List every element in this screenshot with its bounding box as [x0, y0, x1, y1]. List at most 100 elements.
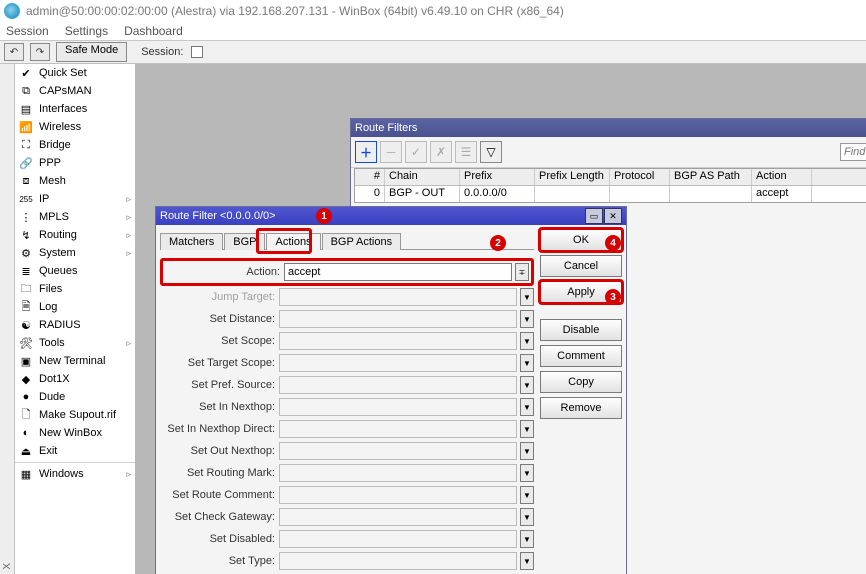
col-preflen[interactable]: Prefix Length [535, 169, 610, 185]
sidebar-item-routing[interactable]: ↯Routing▹ [15, 226, 135, 244]
col-proto[interactable]: Protocol [610, 169, 670, 185]
sidebar-item-label: Wireless [39, 121, 81, 133]
enable-button[interactable]: ✓ [405, 141, 427, 163]
bridge-icon: ⛶ [19, 138, 33, 152]
dropdown-icon[interactable]: ▼ [520, 288, 534, 306]
window-titlebar[interactable]: Route Filters ▭ ✕ [351, 119, 866, 137]
dropdown-icon[interactable]: ▼ [520, 376, 534, 394]
col-prefix[interactable]: Prefix [460, 169, 535, 185]
col-action[interactable]: Action [752, 169, 812, 185]
sidebar-item-tools[interactable]: 🛠Tools▹ [15, 334, 135, 352]
undo-button[interactable]: ↶ [4, 43, 24, 61]
sidebar-item-quickset[interactable]: ✔Quick Set [15, 64, 135, 82]
sidebar-item-label: Dot1X [39, 373, 70, 385]
dropdown-icon[interactable]: ▼ [520, 332, 534, 350]
dropdown-icon[interactable]: ▼ [520, 398, 534, 416]
minimize-button[interactable]: ▭ [585, 208, 603, 224]
label-dist: Set Distance: [160, 313, 275, 325]
set-out-nexthop-input[interactable] [279, 442, 517, 460]
sidebar-item-system[interactable]: ⚙System▹ [15, 244, 135, 262]
routing-icon: ↯ [19, 228, 33, 242]
comment-button[interactable]: Comment [540, 345, 622, 367]
tab-bgp[interactable]: BGP [224, 233, 265, 250]
set-distance-input[interactable] [279, 310, 517, 328]
sidebar-item-wireless[interactable]: 📶Wireless [15, 118, 135, 136]
comment-button[interactable]: ☰ [455, 141, 477, 163]
set-scope-input[interactable] [279, 332, 517, 350]
copy-button[interactable]: Copy [540, 371, 622, 393]
filter-button[interactable]: ▽ [480, 141, 502, 163]
safe-mode-button[interactable]: Safe Mode [56, 42, 127, 62]
session-box[interactable] [191, 46, 203, 58]
dialog-titlebar[interactable]: Route Filter <0.0.0.0/0> ▭ ✕ [156, 207, 626, 225]
sidebar-item-queues[interactable]: ≣Queues [15, 262, 135, 280]
sidebar-item-log[interactable]: 🗎Log [15, 298, 135, 316]
dropdown-icon[interactable]: ▼ [520, 530, 534, 548]
col-num[interactable]: # [355, 169, 385, 185]
sidebar-item-capsman[interactable]: ⧉CAPsMAN [15, 82, 135, 100]
action-select[interactable]: accept [284, 263, 512, 281]
menu-settings[interactable]: Settings [65, 24, 108, 38]
dropdown-icon[interactable]: ▼ [520, 464, 534, 482]
set-check-gateway-input[interactable] [279, 508, 517, 526]
set-type-input[interactable] [279, 552, 517, 570]
system-icon: ⚙ [19, 246, 33, 260]
main-toolbar: ↶ ↷ Safe Mode Session: [0, 41, 866, 64]
col-aspath[interactable]: BGP AS Path [670, 169, 752, 185]
add-button[interactable]: ＋ [355, 141, 377, 163]
sidebar-item-supout[interactable]: 🗋Make Supout.rif [15, 406, 135, 424]
cancel-button[interactable]: Cancel [540, 255, 622, 277]
set-route-comment-input[interactable] [279, 486, 517, 504]
menu-dashboard[interactable]: Dashboard [124, 24, 183, 38]
sidebar-item-label: RADIUS [39, 319, 81, 331]
sidebar-item-newwinbox[interactable]: ◐New WinBox [15, 424, 135, 442]
dropdown-icon[interactable]: ▼ [520, 486, 534, 504]
sidebar-item-bridge[interactable]: ⛶Bridge [15, 136, 135, 154]
dropdown-icon[interactable]: ▼ [520, 420, 534, 438]
sidebar-item-windows[interactable]: ▦Windows▹ [15, 465, 135, 483]
dropdown-icon[interactable]: ▼ [520, 354, 534, 372]
label-prefsrc: Set Pref. Source: [160, 379, 275, 391]
sidebar-item-ppp[interactable]: 🔗PPP [15, 154, 135, 172]
sidebar-item-dot1x[interactable]: ◆Dot1X [15, 370, 135, 388]
sidebar-item-label: Dude [39, 391, 65, 403]
sidebar-item-dude[interactable]: ● Dude [15, 388, 135, 406]
find-input[interactable] [840, 143, 866, 161]
menu-session[interactable]: Session [6, 24, 49, 38]
tab-matchers[interactable]: Matchers [160, 233, 223, 250]
sidebar-item-mesh[interactable]: ⧈Mesh [15, 172, 135, 190]
dropdown-icon[interactable]: ▼ [520, 310, 534, 328]
remove-button[interactable]: Remove [540, 397, 622, 419]
dude-icon: ● [19, 390, 33, 404]
set-target-scope-input[interactable] [279, 354, 517, 372]
disable-button[interactable]: Disable [540, 319, 622, 341]
step-badge-4: 4 [605, 235, 621, 251]
sidebar-item-label: Interfaces [39, 103, 87, 115]
sidebar-item-interfaces[interactable]: ▤Interfaces [15, 100, 135, 118]
sidebar-item-mpls[interactable]: ⋮MPLS▹ [15, 208, 135, 226]
set-in-nexthop-input[interactable] [279, 398, 517, 416]
ip-icon: 255 [19, 192, 33, 206]
set-pref-source-input[interactable] [279, 376, 517, 394]
table-row[interactable]: 0 BGP - OUT 0.0.0.0/0 accept [355, 186, 866, 202]
sidebar-item-files[interactable]: 🗀Files [15, 280, 135, 298]
close-button[interactable]: ✕ [604, 208, 622, 224]
redo-button[interactable]: ↷ [30, 43, 50, 61]
tab-actions[interactable]: Actions [266, 233, 320, 250]
col-chain[interactable]: Chain [385, 169, 460, 185]
cell-prefix: 0.0.0.0/0 [460, 186, 535, 202]
tab-bgp-actions[interactable]: BGP Actions [322, 233, 402, 250]
sidebar-item-exit[interactable]: ⏏Exit [15, 442, 135, 460]
sidebar-item-radius[interactable]: ☯RADIUS [15, 316, 135, 334]
sidebar-item-terminal[interactable]: ▣New Terminal [15, 352, 135, 370]
dropdown-icon[interactable]: ▼ [520, 552, 534, 570]
remove-button[interactable]: － [380, 141, 402, 163]
disable-button[interactable]: ✗ [430, 141, 452, 163]
dropdown-icon[interactable]: ∓ [515, 263, 529, 281]
set-disabled-input[interactable] [279, 530, 517, 548]
sidebar-item-ip[interactable]: 255IP▹ [15, 190, 135, 208]
dropdown-icon[interactable]: ▼ [520, 442, 534, 460]
set-routing-mark-input[interactable] [279, 464, 517, 482]
dropdown-icon[interactable]: ▼ [520, 508, 534, 526]
set-in-nexthop-direct-input[interactable] [279, 420, 517, 438]
